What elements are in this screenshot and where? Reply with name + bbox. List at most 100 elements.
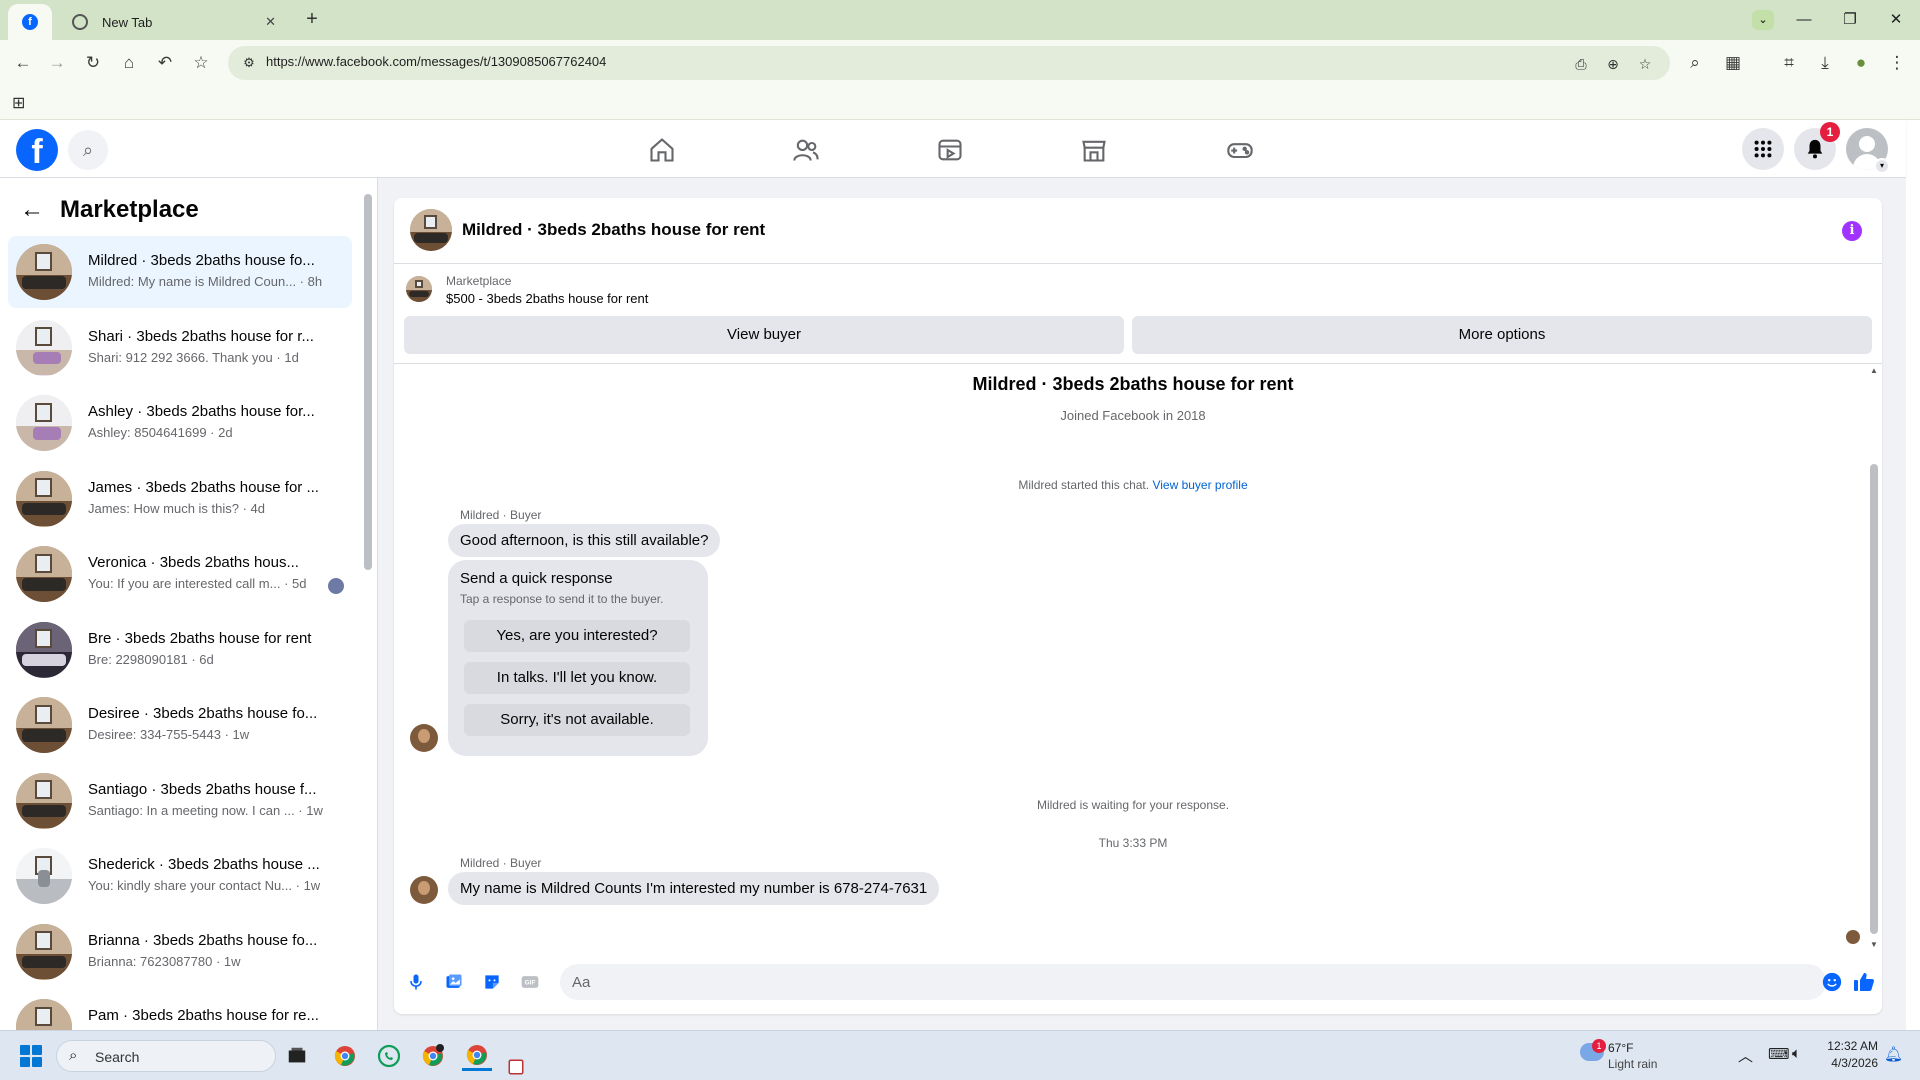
conversation-item[interactable]: James · 3beds 2baths house for ... James:… [8,463,352,535]
task-view-icon[interactable] [282,1041,312,1071]
chrome-icon[interactable] [330,1041,360,1071]
chevron-up-icon[interactable]: ︿ [1738,1045,1753,1066]
restore-button[interactable]: ❐ [1830,6,1870,34]
bookmark-star-icon[interactable]: ☆ [188,50,214,76]
conversation-item[interactable]: Desiree · 3beds 2baths house fo... Desire… [8,689,352,761]
conversation-name: Bre · 3beds 2baths house for rent [88,629,312,647]
conversation-item[interactable]: Shederick · 3beds 2baths house ... You: k… [8,840,352,912]
scroll-down-icon[interactable]: ▼ [1868,940,1880,949]
facebook-header: f ⌕ 1 ▾ [0,120,1906,178]
conversation-preview: Ashley: 8504641699 · 2d [88,425,233,440]
apps-grid-icon[interactable]: ⊞ [12,93,25,113]
sender-label: Mildred · Buyer [460,856,542,870]
qr-code-icon[interactable]: ▦ [1720,50,1746,76]
conversation-item[interactable]: Brianna · 3beds 2baths house fo... Briann… [8,916,352,988]
undo-icon[interactable]: ↶ [152,50,178,76]
taskbar-search[interactable]: ⌕ Search [56,1040,276,1072]
conversation-item[interactable]: Bre · 3beds 2baths house for rent Bre: 22… [8,614,352,686]
home-icon[interactable] [642,130,682,170]
gif-icon[interactable]: GIF [516,968,544,996]
conversation-item[interactable]: Mildred · 3beds 2baths house fo... Mildre… [8,236,352,308]
pinned-app-icon[interactable] [506,1057,526,1077]
chrome-profile-icon[interactable] [418,1041,448,1071]
chrome-active-icon[interactable] [462,1041,492,1071]
microphone-icon[interactable] [402,968,430,996]
sticker-icon[interactable] [478,968,506,996]
notification-bell-icon[interactable]: 🔔︎ [1884,1045,1903,1063]
globe-icon [72,14,88,30]
tab-facebook[interactable]: f [8,4,52,40]
more-options-button[interactable]: More options [1132,316,1872,354]
conversation-item[interactable]: Santiago · 3beds 2baths house f... Santia… [8,765,352,837]
whatsapp-icon[interactable] [374,1041,404,1071]
chat-panel: Mildred · 3beds 2baths house for rent i … [394,198,1882,1014]
scroll-up-icon[interactable]: ▲ [1868,366,1880,375]
quick-response-talks-button[interactable]: In talks. I'll let you know. [464,662,690,694]
listing-label: Marketplace [446,274,512,288]
back-icon[interactable]: ← [10,50,36,76]
buyer-avatar[interactable] [410,724,438,752]
conversation-name: Desiree · 3beds 2baths house fo... [88,705,318,722]
buyer-avatar[interactable] [410,876,438,904]
conversation-item[interactable]: Ashley · 3beds 2baths house for... Ashley… [8,387,352,459]
browser-menu-icon[interactable]: ⋮ [1884,50,1910,76]
chat-listing-thumbnail[interactable] [410,209,452,251]
close-window-button[interactable]: ✕ [1876,6,1916,34]
site-settings-icon[interactable]: ⚙ [238,52,260,74]
marketplace-icon[interactable] [1074,130,1114,170]
quick-response-subtitle: Tap a response to send it to the buyer. [460,592,664,606]
seen-avatar-icon [328,578,344,594]
conversation-item[interactable]: Veronica · 3beds 2baths hous... You: If y… [8,538,352,610]
system-clock[interactable]: 12:32 AM 4/3/2026 [1820,1038,1878,1072]
conversation-thumbnail [16,697,72,753]
gaming-icon[interactable] [1220,130,1260,170]
video-icon[interactable] [930,130,970,170]
view-buyer-profile-link[interactable]: View buyer profile [1152,478,1247,492]
network-icon[interactable]: ⌨ [1768,1045,1790,1063]
tab-new-tab[interactable]: New Tab ✕ [60,4,288,40]
profile-icon[interactable]: ● [1848,50,1874,76]
chat-started-line: Mildred started this chat. View buyer pr… [394,478,1872,492]
message-input[interactable] [560,964,1826,1000]
url-text[interactable]: https://www.facebook.com/messages/t/1309… [266,54,606,69]
forward-icon[interactable]: → [44,50,70,76]
like-icon[interactable] [1850,968,1878,996]
chat-title[interactable]: Mildred · 3beds 2baths house for rent [462,220,765,240]
quick-response-sorry-button[interactable]: Sorry, it's not available. [464,704,690,736]
windows-start-icon[interactable] [20,1045,42,1067]
back-arrow-icon[interactable]: ← [20,196,44,224]
search-icon[interactable]: ⌕ [68,130,108,170]
address-bar[interactable]: ⚙ https://www.facebook.com/messages/t/13… [228,46,1670,80]
info-icon[interactable]: i [1842,221,1862,241]
conversation-item[interactable]: Pam · 3beds 2baths house for re...Pam: I… [8,991,352,1030]
minimize-button[interactable]: — [1784,6,1824,34]
tab-close-icon[interactable]: ✕ [265,14,276,30]
bookmark-page-icon[interactable]: ☆ [1634,53,1656,75]
download-icon[interactable]: ⤓ [1812,50,1838,76]
photo-icon[interactable] [440,968,468,996]
emoji-icon[interactable] [1818,968,1846,996]
zoom-icon[interactable]: ⊕ [1602,53,1624,75]
tab-search-button[interactable]: ⌄ [1752,10,1774,30]
reload-icon[interactable]: ↻ [80,50,106,76]
install-app-icon[interactable]: ⎙ [1570,53,1592,75]
friends-icon[interactable] [786,130,826,170]
chevron-down-icon[interactable]: ▾ [1874,158,1890,174]
conversation-name: Ashley · 3beds 2baths house for... [88,403,315,420]
menu-grid-icon[interactable] [1742,128,1784,170]
conversation-thumbnail [16,772,72,829]
listing-item[interactable]: $500 - 3beds 2baths house for rent [446,291,648,306]
message-bubble[interactable]: Good afternoon, is this still available? [448,524,721,557]
home-browser-icon[interactable]: ⌂ [116,50,142,76]
view-buyer-button[interactable]: View buyer [404,316,1124,354]
message-bubble[interactable]: My name is Mildred Counts I'm interested… [448,872,940,905]
sidebar-scrollbar[interactable] [363,186,373,1030]
search-tabs-icon[interactable]: ⌕ [1682,50,1708,76]
facebook-logo[interactable]: f [16,129,58,171]
quick-response-yes-button[interactable]: Yes, are you interested? [464,620,690,652]
conversation-item[interactable]: Shari · 3beds 2baths house for r... Shari… [8,312,352,384]
volume-icon[interactable]: 🔈︎ [1792,1045,1801,1062]
new-tab-button[interactable]: + [300,8,324,31]
message-scrollbar[interactable]: ▲ ▼ [1868,366,1880,950]
crop-icon[interactable]: ⌗ [1776,50,1802,76]
